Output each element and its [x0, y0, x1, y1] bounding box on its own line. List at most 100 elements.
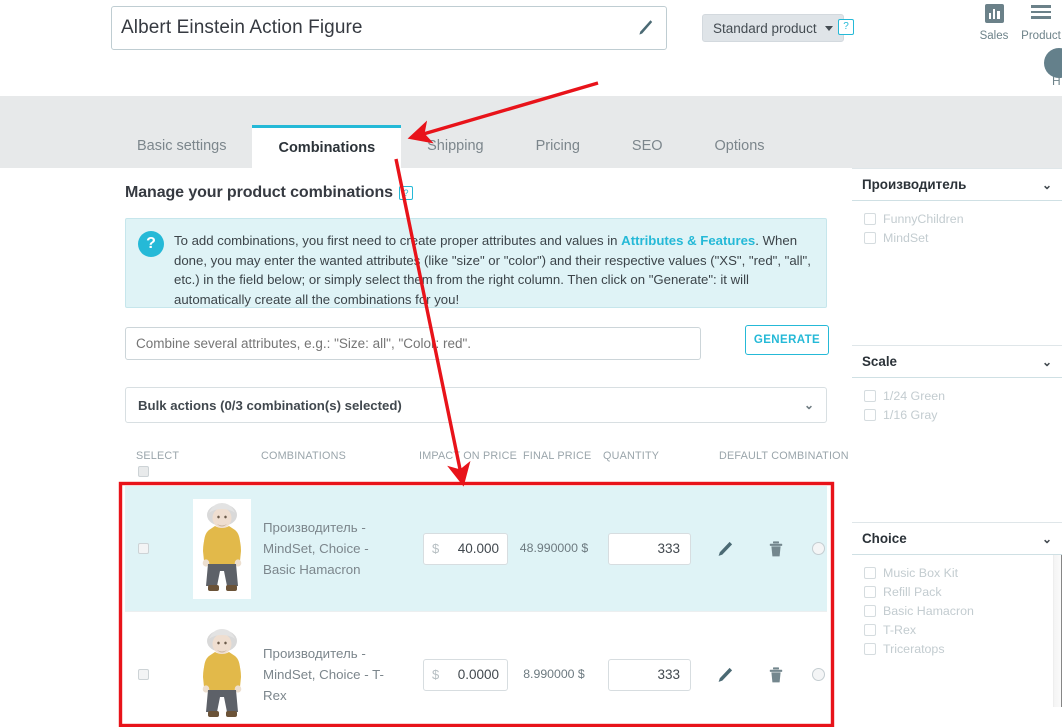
product-type-dropdown[interactable]: Standard product: [702, 14, 844, 42]
sidebar-group-proizvoditel-body: FunnyChildren MindSet: [852, 201, 1062, 345]
list-item[interactable]: Basic Hamacron: [864, 601, 1052, 620]
product-thumbnail: [193, 498, 251, 599]
combinations-table: Производитель - MindSet, Choice - Basic …: [111, 486, 840, 727]
final-price-value: 48.990000 $: [519, 541, 589, 555]
chevron-down-icon: ⌄: [1041, 177, 1052, 192]
list-item[interactable]: Music Box Kit: [864, 563, 1052, 582]
avatar-label: H: [1052, 74, 1061, 88]
option-label: FunnyChildren: [883, 211, 964, 226]
nav-item-sales-label: Sales: [979, 30, 1009, 42]
select-all-checkbox[interactable]: [138, 466, 149, 477]
column-header-quantity: QUANTITY: [603, 450, 660, 462]
trash-icon[interactable]: [766, 539, 786, 559]
product-title-text: Albert Einstein Action Figure: [121, 17, 363, 38]
table-row[interactable]: Производитель - MindSet, Choice - Basic …: [125, 486, 827, 612]
tab-strip: Basic settings Combinations Shipping Pri…: [0, 96, 1062, 168]
pencil-icon[interactable]: [715, 539, 735, 559]
pencil-icon[interactable]: [634, 17, 656, 39]
product-type-help-icon[interactable]: ?: [838, 19, 854, 35]
checkbox-icon[interactable]: [864, 566, 876, 579]
nav-item-product[interactable]: Product: [1016, 4, 1062, 42]
chevron-down-icon: ⌄: [1041, 354, 1052, 369]
column-header-combinations: COMBINATIONS: [261, 450, 346, 462]
alert-text-part1: To add combinations, you first need to c…: [174, 233, 622, 248]
list-item[interactable]: MindSet: [864, 228, 1052, 247]
nav-item-product-label: Product: [1021, 30, 1061, 42]
page-title-help-icon[interactable]: ?: [398, 186, 413, 200]
sidebar-group-title: Производитель: [862, 177, 967, 192]
checkbox-icon[interactable]: [864, 408, 876, 421]
list-item[interactable]: 1/24 Green: [864, 386, 1052, 405]
option-label: Refill Pack: [883, 584, 942, 599]
bulk-actions-label: Bulk actions (0/3 combination(s) selecte…: [138, 397, 402, 413]
sidebar-group-choice[interactable]: Choice ⌄: [852, 522, 1062, 555]
quantity-input[interactable]: 333: [608, 658, 691, 691]
list-item[interactable]: T-Rex: [864, 620, 1052, 639]
checkbox-icon[interactable]: [864, 585, 876, 598]
combination-name: Производитель - MindSet, Choice - Basic …: [263, 520, 369, 577]
quantity-value: 333: [657, 667, 680, 682]
quantity-input[interactable]: 333: [608, 532, 691, 565]
tab-combinations[interactable]: Combinations: [252, 125, 402, 168]
tab-options[interactable]: Options: [689, 125, 791, 168]
checkbox-icon[interactable]: [864, 604, 876, 617]
product-title-field[interactable]: Albert Einstein Action Figure: [111, 6, 667, 50]
product-thumbnail: [193, 624, 251, 725]
nav-item-sales[interactable]: Sales: [969, 4, 1019, 42]
option-label: MindSet: [883, 230, 929, 245]
checkbox-icon[interactable]: [864, 642, 876, 655]
bar-chart-icon: [969, 4, 1019, 28]
sidebar-group-title: Choice: [862, 531, 907, 546]
chevron-down-icon: ⌄: [1041, 531, 1052, 546]
column-header-final-price: FINAL PRICE: [523, 450, 592, 462]
info-alert: ? To add combinations, you first need to…: [125, 218, 827, 308]
currency-symbol: $: [432, 667, 440, 682]
column-header-default-combination: DEFAULT COMBINATION: [719, 450, 849, 462]
tab-pricing[interactable]: Pricing: [510, 125, 606, 168]
impact-on-price-input[interactable]: $ 40.000: [423, 532, 508, 565]
bulk-actions-dropdown[interactable]: Bulk actions (0/3 combination(s) selecte…: [125, 387, 827, 423]
checkbox-icon[interactable]: [864, 389, 876, 402]
sidebar-group-scale[interactable]: Scale ⌄: [852, 345, 1062, 378]
checkbox-icon[interactable]: [864, 212, 876, 225]
option-label: 1/16 Gray: [883, 407, 938, 422]
sidebar-group-proizvoditel[interactable]: Производитель ⌄: [852, 168, 1062, 201]
currency-symbol: $: [432, 541, 440, 556]
list-item[interactable]: Refill Pack: [864, 582, 1052, 601]
tab-basic-settings[interactable]: Basic settings: [111, 125, 252, 168]
product-type-label: Standard product: [713, 20, 817, 36]
checkbox-icon[interactable]: [864, 623, 876, 636]
list-item[interactable]: Triceratops: [864, 639, 1052, 658]
combine-attributes-input[interactable]: [125, 327, 701, 360]
sidebar-group-title: Scale: [862, 354, 897, 369]
chevron-down-icon: [824, 25, 833, 31]
table-header: SELECT COMBINATIONS IMPACT ON PRICE FINA…: [125, 450, 849, 484]
row-select-checkbox[interactable]: [138, 669, 149, 680]
radio-button-icon[interactable]: [812, 542, 825, 555]
trash-icon[interactable]: [766, 665, 786, 685]
impact-on-price-input[interactable]: $ 0.0000: [423, 658, 508, 691]
generate-button[interactable]: GENERATE: [745, 325, 829, 355]
tab-shipping[interactable]: Shipping: [401, 125, 509, 168]
option-label: Triceratops: [883, 641, 945, 656]
impact-on-price-value: 0.0000: [457, 667, 499, 682]
tab-seo[interactable]: SEO: [606, 125, 689, 168]
checkbox-icon[interactable]: [864, 231, 876, 244]
pencil-icon[interactable]: [715, 665, 735, 685]
list-item[interactable]: 1/16 Gray: [864, 405, 1052, 424]
page-title: Manage your product combinations ?: [125, 184, 413, 202]
quantity-value: 333: [657, 541, 680, 556]
row-select-checkbox[interactable]: [138, 543, 149, 554]
page-title-text: Manage your product combinations: [125, 184, 393, 201]
info-alert-text: To add combinations, you first need to c…: [174, 231, 812, 307]
attributes-sidebar: Производитель ⌄ FunnyChildren MindSet Sc…: [852, 168, 1062, 727]
radio-button-icon[interactable]: [812, 668, 825, 681]
option-label: T-Rex: [883, 622, 917, 637]
attributes-features-link[interactable]: Attributes & Features: [621, 233, 755, 248]
top-header-bar: Albert Einstein Action Figure Standard p…: [0, 0, 1062, 96]
column-header-select: SELECT: [136, 450, 180, 462]
list-item[interactable]: FunnyChildren: [864, 209, 1052, 228]
final-price-value: 8.990000 $: [523, 667, 585, 681]
table-row[interactable]: Производитель - MindSet, Choice - T-Rex …: [125, 612, 827, 727]
chevron-down-icon: ⌄: [803, 398, 814, 412]
